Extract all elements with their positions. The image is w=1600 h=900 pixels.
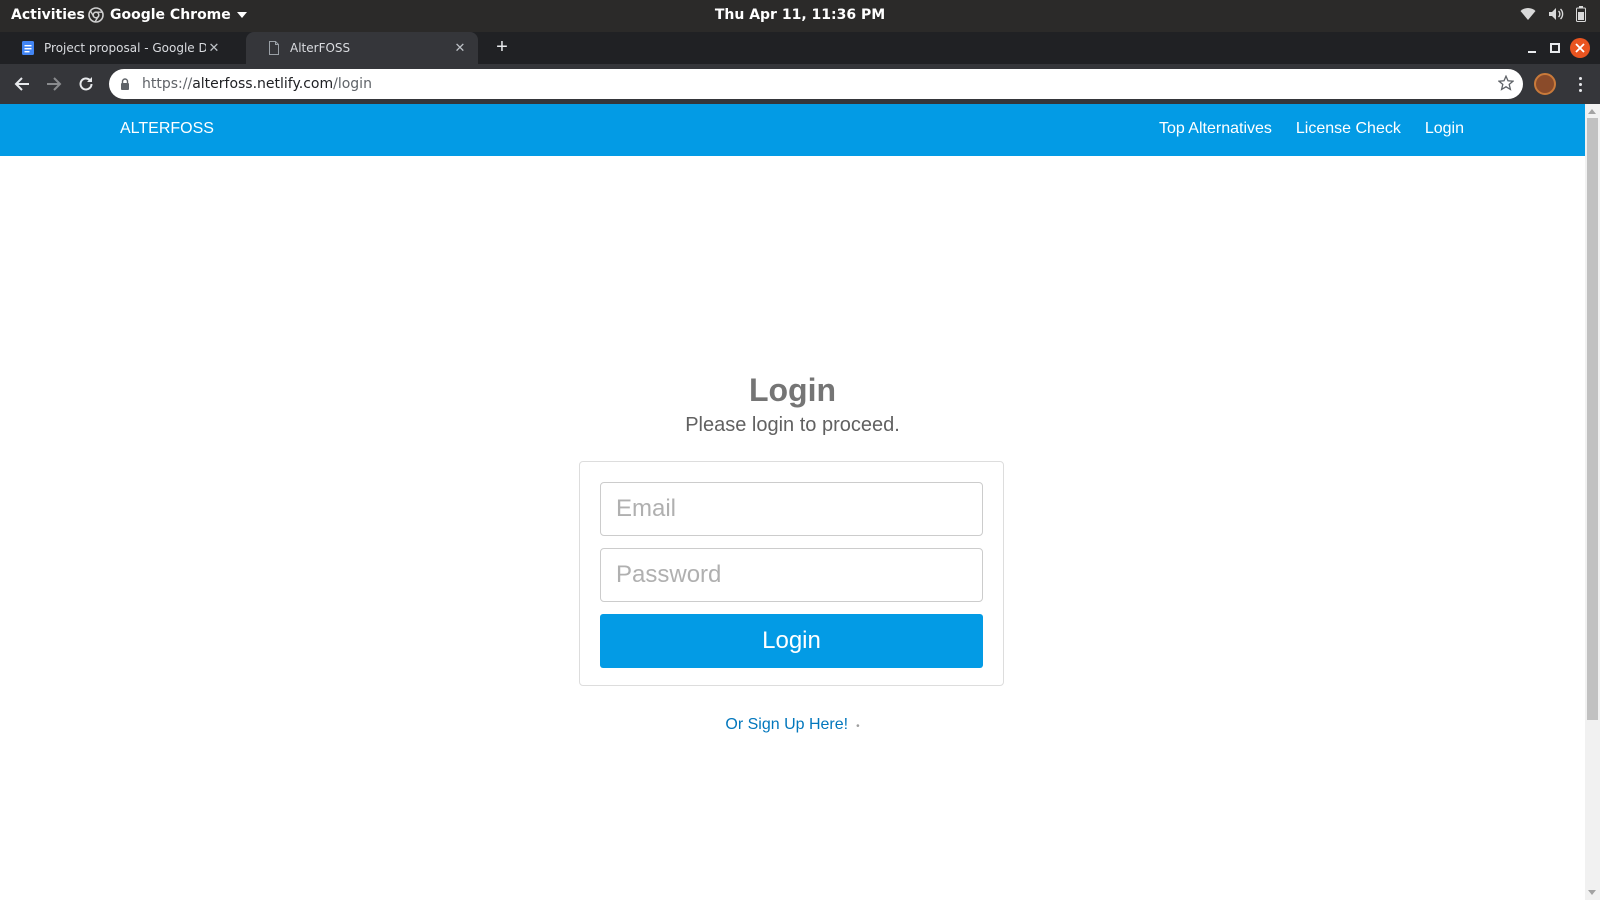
- close-tab-icon[interactable]: ✕: [452, 41, 468, 56]
- scroll-down-arrow-icon[interactable]: [1588, 890, 1596, 895]
- login-button[interactable]: Login: [600, 614, 983, 668]
- back-arrow-icon: [14, 77, 29, 91]
- password-input[interactable]: [600, 548, 983, 602]
- address-bar[interactable]: https://alterfoss.netlify.com/login: [109, 69, 1523, 99]
- minimize-icon: [1528, 51, 1536, 53]
- lock-icon[interactable]: [120, 78, 130, 90]
- page-scrollbar[interactable]: [1585, 104, 1600, 900]
- forward-button[interactable]: [42, 72, 66, 96]
- back-button[interactable]: [10, 72, 34, 96]
- close-window-button[interactable]: [1570, 38, 1590, 58]
- scrollbar-thumb[interactable]: [1587, 118, 1598, 720]
- bookmark-star-icon[interactable]: [1497, 74, 1515, 95]
- nav-link-license-check[interactable]: License Check: [1296, 120, 1401, 138]
- tab-project-proposal[interactable]: Project proposal - Google Docs ✕: [0, 32, 232, 64]
- battery-icon: [1576, 6, 1586, 22]
- tab-alterfoss[interactable]: AlterFOSS ✕: [246, 32, 478, 64]
- brand-logo[interactable]: ALTERFOSS: [120, 120, 214, 138]
- scroll-up-arrow-icon[interactable]: [1588, 109, 1596, 114]
- nav-link-top-alternatives[interactable]: Top Alternatives: [1159, 120, 1272, 138]
- signup-section: Or Sign Up Here! •: [0, 716, 1585, 734]
- chevron-down-icon: [236, 12, 247, 18]
- maximize-icon: [1550, 43, 1560, 53]
- tab-strip: Project proposal - Google Docs ✕ AlterFO…: [0, 32, 1600, 64]
- system-tray[interactable]: [1520, 6, 1586, 22]
- chrome-menu-button[interactable]: [1570, 74, 1590, 94]
- tab-title: Project proposal - Google Docs: [44, 41, 206, 55]
- nav-link-login[interactable]: Login: [1425, 120, 1464, 138]
- nav-links: Top Alternatives License Check Login: [1159, 120, 1464, 138]
- wifi-icon: [1520, 8, 1536, 20]
- tab-title: AlterFOSS: [290, 41, 351, 55]
- app-name: Google Chrome: [110, 7, 231, 23]
- url-path: /login: [333, 76, 372, 92]
- dot-separator: •: [856, 721, 860, 732]
- browser-toolbar: https://alterfoss.netlify.com/login: [0, 64, 1600, 104]
- volume-icon: [1549, 8, 1564, 20]
- minimize-button[interactable]: [1524, 38, 1540, 58]
- system-top-bar: Activities Google Chrome Thu Apr 11, 11:…: [0, 0, 1600, 32]
- page-icon: [269, 41, 279, 55]
- new-tab-button[interactable]: +: [490, 36, 514, 60]
- site-navbar: ALTERFOSS Top Alternatives License Check…: [0, 104, 1585, 156]
- page-title: Login: [748, 372, 837, 408]
- reload-button[interactable]: [74, 72, 98, 96]
- url-host: alterfoss.netlify.com: [192, 76, 334, 92]
- page-viewport: ALTERFOSS Top Alternatives License Check…: [0, 104, 1585, 900]
- chrome-icon: [88, 7, 104, 23]
- url-scheme: https://: [142, 76, 193, 92]
- forward-arrow-icon: [47, 77, 62, 91]
- close-tab-icon[interactable]: ✕: [206, 41, 222, 56]
- profile-avatar[interactable]: [1534, 73, 1556, 95]
- login-form: Login: [579, 461, 1004, 686]
- reload-icon: [79, 77, 93, 91]
- activities-button[interactable]: Activities: [11, 7, 85, 23]
- page-subtitle: Please login to proceed.: [685, 414, 900, 436]
- maximize-button[interactable]: [1547, 38, 1563, 58]
- email-input[interactable]: [600, 482, 983, 536]
- signup-link[interactable]: Or Sign Up Here!: [725, 716, 848, 733]
- close-icon: [1575, 43, 1585, 53]
- app-menu[interactable]: Google Chrome: [88, 7, 247, 23]
- google-docs-icon: [22, 41, 34, 55]
